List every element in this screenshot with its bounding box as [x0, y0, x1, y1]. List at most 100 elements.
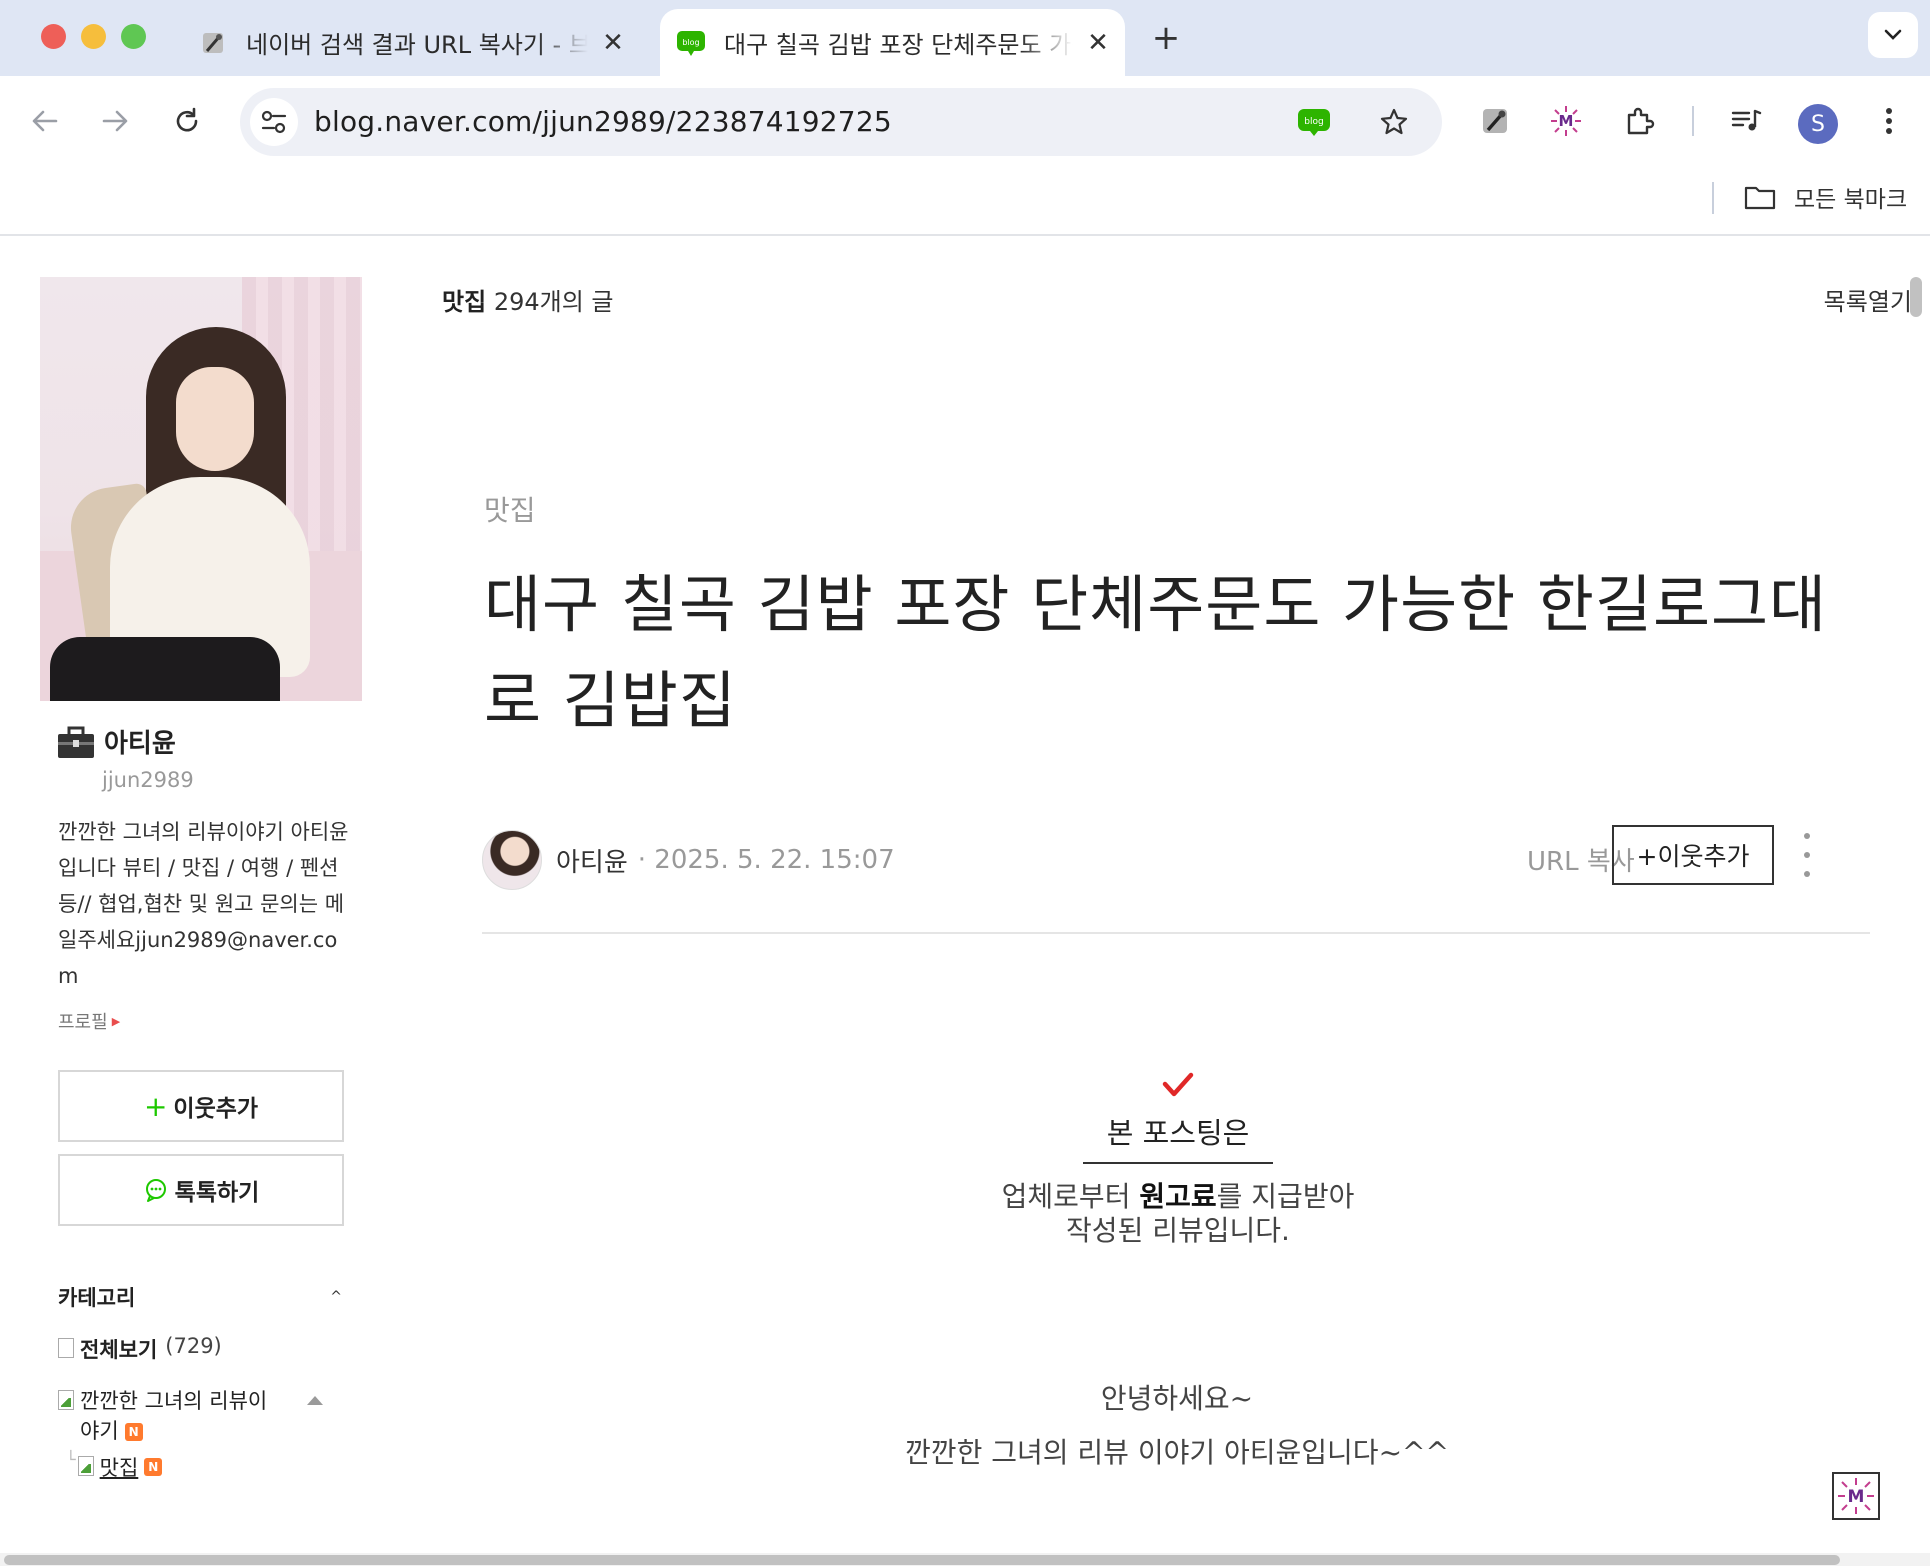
naver-blog-icon: blog	[676, 28, 706, 58]
tab-search-button[interactable]	[1868, 12, 1918, 58]
briefcase-icon	[58, 726, 94, 758]
menu-kebab-icon[interactable]	[1866, 98, 1912, 144]
new-tab-button[interactable]: +	[1146, 18, 1186, 58]
browser-toolbar: blog.naver.com/jjun2989/223874192725 blo…	[0, 76, 1930, 166]
header-divider	[482, 932, 1870, 934]
close-tab-icon[interactable]: ✕	[598, 28, 628, 58]
bookmarks-divider	[1712, 182, 1714, 214]
sidebar-follow-button[interactable]: + 이웃추가	[58, 1070, 344, 1142]
sponsorship-disclaimer: 본 포스팅은 업체로부터 원고료를 지급받아 작성된 리뷰입니다.	[928, 1072, 1428, 1248]
post-list-header[interactable]: 맛집 294개의 글	[442, 282, 614, 317]
category-name: 전체보기	[80, 1338, 158, 1362]
folder-icon	[1744, 186, 1776, 210]
category-item-all[interactable]: 전체보기 (729)	[40, 1334, 370, 1364]
greeting-line-2: 깐깐한 그녀의 리뷰 이야기 아티윤입니다~^^	[905, 1436, 1449, 1469]
post-greeting: 안녕하세요~ 깐깐한 그녀의 리뷰 이야기 아티윤입니다~^^	[442, 1372, 1912, 1480]
profile-avatar[interactable]: S	[1798, 104, 1838, 144]
category-count: (729)	[165, 1334, 222, 1358]
m-extension-icon[interactable]: M	[1543, 98, 1589, 144]
category-label: 카테고리	[58, 1286, 136, 1310]
naver-blog-app-icon[interactable]: blog	[1292, 100, 1336, 144]
post-date: · 2025. 5. 22. 15:07	[637, 845, 895, 875]
close-tab-icon[interactable]: ✕	[1083, 28, 1113, 58]
blog-page: 아티윤 jjun2989 깐깐한 그녀의 리뷰이야기 아티윤입니다 뷰티 / 맛…	[0, 237, 1930, 1553]
blog-intro: 깐깐한 그녀의 리뷰이야기 아티윤입니다 뷰티 / 맛집 / 여행 / 펜션 등…	[58, 820, 349, 988]
author-avatar[interactable]	[482, 830, 542, 890]
profile-link[interactable]: 프로필 ▶	[40, 1008, 370, 1034]
talk-button[interactable]: 톡톡하기	[58, 1154, 344, 1226]
greeting-line-1: 안녕하세요~	[1100, 1382, 1254, 1415]
checkmark-icon	[1162, 1072, 1194, 1097]
back-button[interactable]	[22, 98, 68, 144]
author-row: 아티윤 · 2025. 5. 22. 15:07 URL 복사 +이웃추가	[482, 825, 1870, 895]
list-count: 294개의 글	[493, 288, 614, 316]
close-window-button[interactable]	[41, 24, 66, 49]
url-text[interactable]: blog.naver.com/jjun2989/223874192725	[314, 105, 892, 138]
new-badge: N	[144, 1458, 163, 1476]
post-category-tag[interactable]: 맛집	[484, 489, 536, 529]
wrench-icon	[198, 28, 228, 58]
tab-title: 네이버 검색 결과 URL 복사기 - 브라우저	[246, 31, 588, 59]
svg-text:M: M	[1848, 1487, 1865, 1507]
post-follow-button[interactable]: +이웃추가	[1612, 825, 1774, 885]
wrench-extension-icon[interactable]	[1472, 98, 1518, 144]
more-options-icon[interactable]	[1792, 833, 1822, 877]
reload-button[interactable]	[164, 98, 210, 144]
media-queue-icon[interactable]	[1723, 98, 1769, 144]
blogger-nickname: 아티윤	[104, 729, 176, 759]
profile-link-label: 프로필	[58, 1012, 108, 1033]
svg-text:M: M	[1559, 112, 1574, 130]
address-bar[interactable]: blog.naver.com/jjun2989/223874192725 blo…	[240, 88, 1442, 156]
all-bookmarks-button[interactable]: 모든 북마크	[1744, 180, 1907, 214]
m-widget-icon[interactable]: M	[1832, 1472, 1880, 1520]
tune-icon	[261, 110, 287, 134]
arrow-left-icon	[32, 110, 58, 132]
tab-strip: 네이버 검색 결과 URL 복사기 - 브라우저 ✕ blog 대구 칠곡 김밥…	[0, 0, 1930, 76]
sidebar-follow-label: 이웃추가	[173, 1096, 259, 1122]
author-name[interactable]: 아티윤	[556, 842, 628, 879]
arrow-right-icon	[102, 110, 128, 132]
plus-icon: +	[143, 1089, 168, 1123]
horizontal-scroll-thumb[interactable]	[4, 1555, 1840, 1565]
blog-id: jjun2989	[102, 768, 194, 792]
chat-bubble-icon	[145, 1179, 166, 1202]
svg-text:blog: blog	[682, 38, 699, 47]
talk-label: 톡톡하기	[174, 1180, 260, 1206]
category-header[interactable]: 카테고리 ^	[40, 1282, 352, 1312]
category-name: 깐깐한 그녀의 리뷰이야기	[80, 1389, 268, 1443]
category-name: 맛집	[99, 1456, 139, 1480]
minimize-window-button[interactable]	[81, 24, 106, 49]
maximize-window-button[interactable]	[121, 24, 146, 49]
nickname-row: 아티윤	[40, 723, 370, 760]
chevron-down-icon	[1884, 29, 1902, 40]
list-icon	[58, 1338, 74, 1358]
vertical-scrollbar[interactable]	[1910, 277, 1922, 317]
image-category-icon	[58, 1390, 74, 1410]
triangle-right-icon: ▶	[111, 1014, 121, 1028]
reload-icon	[176, 107, 198, 132]
site-info-button[interactable]	[250, 98, 298, 146]
forward-button[interactable]	[92, 98, 138, 144]
tree-connector: └	[66, 1450, 76, 1469]
disclaimer-title: 본 포스팅은	[1082, 1106, 1274, 1164]
all-bookmarks-label: 모든 북마크	[1794, 187, 1908, 213]
blog-sidebar: 아티윤 jjun2989 깐깐한 그녀의 리뷰이야기 아티윤입니다 뷰티 / 맛…	[40, 277, 370, 1482]
bookmark-star-icon[interactable]	[1372, 100, 1416, 144]
post-title: 대구 칠곡 김밥 포장 단체주문도 가능한 한길로그대로 김밥집	[484, 568, 1828, 737]
toolbar-divider	[1692, 106, 1694, 136]
svg-text:blog: blog	[1304, 117, 1323, 127]
disclaimer-text: 업체로부터 원고료를 지급받아 작성된 리뷰입니다.	[1001, 1180, 1355, 1247]
category-item-restaurant[interactable]: └ 맛집 N	[40, 1450, 370, 1482]
profile-photo[interactable]	[40, 277, 362, 701]
collapse-triangle-icon[interactable]	[306, 1394, 324, 1406]
bookmarks-bar: 모든 북마크	[0, 166, 1930, 236]
tab-blog-post[interactable]: blog 대구 칠곡 김밥 포장 단체주문도 가능한 ✕	[660, 9, 1125, 76]
new-badge: N	[124, 1423, 143, 1441]
tab-url-copier[interactable]: 네이버 검색 결과 URL 복사기 - 브라우저 ✕	[198, 9, 634, 76]
horizontal-scrollbar[interactable]	[0, 1553, 1930, 1566]
category-item-review[interactable]: 깐깐한 그녀의 리뷰이야기 N	[40, 1386, 352, 1446]
extensions-puzzle-icon[interactable]	[1616, 98, 1662, 144]
open-list-button[interactable]: 목록열기	[1824, 282, 1912, 317]
list-category: 맛집	[442, 288, 487, 316]
collapse-caret-icon[interactable]: ^	[330, 1289, 342, 1305]
